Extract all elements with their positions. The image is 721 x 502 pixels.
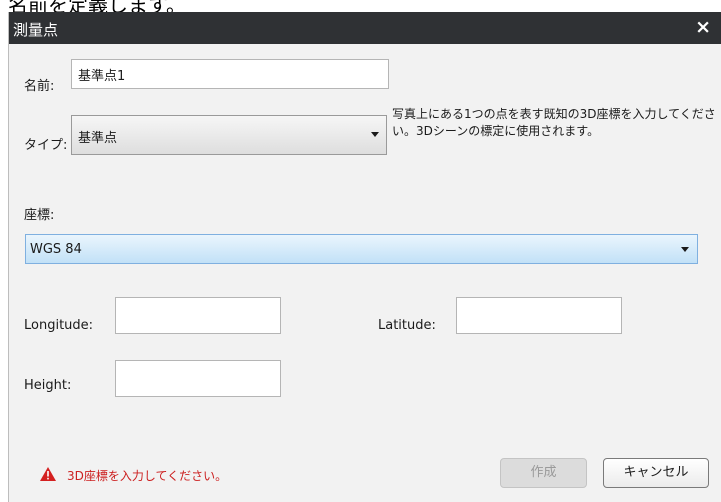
close-icon[interactable]: × xyxy=(695,16,711,38)
background-partial-text: 名前を定義します。 xyxy=(0,0,721,12)
survey-point-dialog: 測量点 × 名前: タイプ: 基準点 写真上にある1つの点を表す既知の3D座標を… xyxy=(8,12,721,502)
crs-select-value: WGS 84 xyxy=(30,242,82,257)
warning-triangle-icon xyxy=(40,467,56,481)
longitude-field[interactable] xyxy=(115,297,281,334)
type-select-value: 基準点 xyxy=(78,131,118,146)
type-select[interactable]: 基準点 xyxy=(71,115,387,155)
name-field[interactable] xyxy=(71,59,389,89)
name-label: 名前: xyxy=(24,79,55,94)
warning-message: 3D座標を入力してください。 xyxy=(67,469,228,483)
latitude-field[interactable] xyxy=(456,297,622,334)
coordinates-label: 座標: xyxy=(24,208,55,223)
chevron-down-icon xyxy=(681,247,689,252)
cancel-button[interactable]: キャンセル xyxy=(603,458,709,488)
type-label: タイプ: xyxy=(24,138,68,153)
height-label: Height: xyxy=(24,378,72,393)
latitude-label: Latitude: xyxy=(378,318,436,333)
help-text: 写真上にある1つの点を表す既知の3D座標を入力してください。3Dシーンの標定に使… xyxy=(392,107,716,138)
chevron-down-icon xyxy=(371,132,379,137)
dialog-titlebar: 測量点 × xyxy=(9,12,721,44)
height-field[interactable] xyxy=(115,360,281,397)
create-button[interactable]: 作成 xyxy=(500,458,587,488)
dialog-title: 測量点 xyxy=(13,21,59,39)
crs-select[interactable]: WGS 84 xyxy=(25,234,698,264)
background-text: 名前を定義します。 xyxy=(8,0,186,12)
longitude-label: Longitude: xyxy=(24,318,94,333)
